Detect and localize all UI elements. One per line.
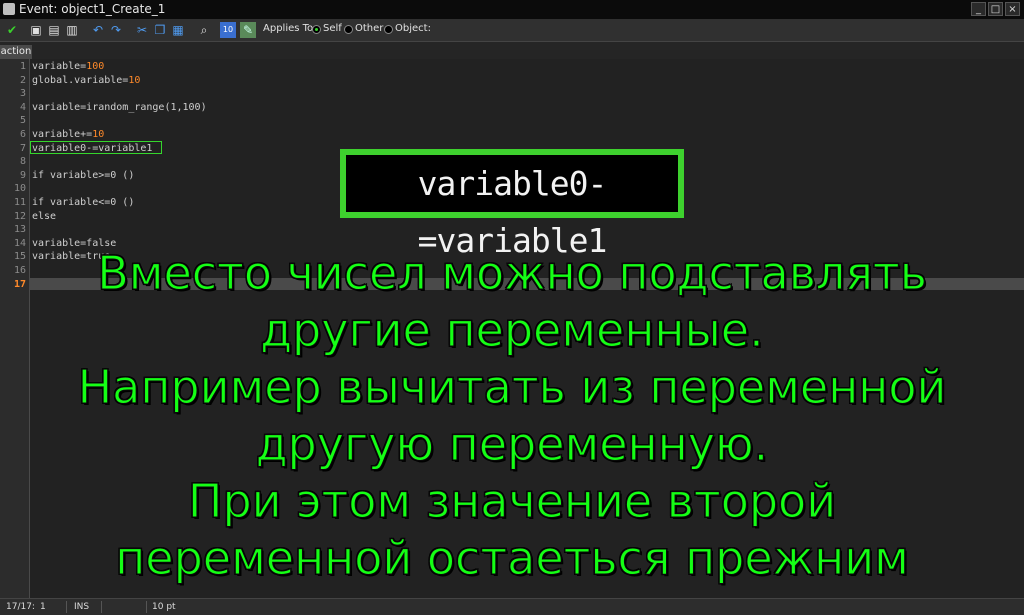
line-number: 4 <box>19 101 26 113</box>
radio-other[interactable] <box>344 25 353 34</box>
radio-object-label: Object: <box>395 23 431 34</box>
code-number: 10 <box>92 129 105 140</box>
code-line: variable=100 <box>32 60 104 73</box>
minimize-button[interactable]: _ <box>971 2 986 16</box>
line-number: 11 <box>13 197 26 208</box>
line-number: 12 <box>13 210 26 222</box>
toolbar: ✔ ▣ ▤ ▥ ↶ ↷ ✂ ❐ ▦ ⌕ 10 ✎ Applies To: Sel… <box>0 19 1024 42</box>
applies-to-label: Applies To: <box>263 23 317 34</box>
code-line: global.variable=10 <box>32 74 140 87</box>
line-number: 9 <box>19 169 26 181</box>
line-number: 10 <box>13 183 26 195</box>
copy-icon[interactable]: ❐ <box>152 22 168 38</box>
edit-icon[interactable]: ✎ <box>240 22 256 38</box>
status-divider <box>101 601 102 613</box>
maximize-button[interactable]: □ <box>988 2 1003 16</box>
line-number: 13 <box>13 224 26 236</box>
code-text: variable+= <box>32 129 93 140</box>
line-number: 1 <box>19 61 26 72</box>
zoomed-code-text: variable0-=variable1 <box>346 155 678 260</box>
code-line: variable+=10 <box>32 128 104 141</box>
check-syntax-icon[interactable]: 10 <box>220 22 236 38</box>
line-number: 6 <box>19 129 26 140</box>
code-line: else <box>32 210 56 223</box>
code-text: global.variable= <box>32 74 129 86</box>
code-number: 10 <box>128 74 141 86</box>
status-insert-mode: INS <box>74 602 90 612</box>
code-line: variable=irandom_range(1,100) <box>32 101 207 114</box>
paste-icon[interactable]: ▦ <box>170 22 186 38</box>
status-bar: 17/17: 1 INS 10 pt <box>0 598 1024 615</box>
ok-check-icon[interactable]: ✔ <box>4 22 20 38</box>
radio-self[interactable] <box>312 25 321 34</box>
code-text: variable0-=variable1 <box>32 142 153 154</box>
caption-line: другие переменные. <box>260 303 764 358</box>
zoomed-code-snippet: variable0-=variable1 <box>340 149 684 260</box>
line-number: 2 <box>19 74 26 86</box>
print-icon[interactable]: ▥ <box>64 22 80 38</box>
line-number: 8 <box>19 156 26 168</box>
caption-line: переменной остаеться прежним <box>115 531 910 586</box>
code-line: if variable>=0 () <box>32 169 134 182</box>
redo-icon[interactable]: ↷ <box>108 22 124 38</box>
code-text: if variable<=0 () <box>32 197 135 208</box>
code-text: else <box>32 210 57 222</box>
caption-line: другую переменную. <box>255 417 769 472</box>
radio-other-label: Other <box>355 23 384 34</box>
status-column: 1 <box>40 602 46 612</box>
undo-icon[interactable]: ↶ <box>90 22 106 38</box>
close-button[interactable]: × <box>1005 2 1020 16</box>
open-icon[interactable]: ▣ <box>28 22 44 38</box>
tab-row: action <box>0 42 1024 59</box>
status-divider <box>66 601 67 613</box>
window-title: Event: object1_Create_1 <box>19 2 166 16</box>
code-text: variable=irandom_range(1,100) <box>32 101 207 113</box>
line-number: 7 <box>19 142 26 154</box>
caption-line: Например вычитать из переменной <box>77 360 947 415</box>
caption-line: При этом значение второй <box>187 474 837 529</box>
radio-self-label: Self <box>323 23 342 34</box>
line-number: 5 <box>19 115 26 127</box>
status-divider <box>146 601 147 613</box>
save-icon[interactable]: ▤ <box>46 22 62 38</box>
code-editor[interactable]: 1 2 3 4 5 6 7 8 9 10 11 12 13 14 15 16 17 variable=100 gl… <box>0 59 1024 598</box>
find-icon[interactable]: ⌕ <box>196 22 212 38</box>
line-number: 3 <box>19 88 26 100</box>
status-font-size: 10 pt <box>152 602 176 612</box>
title-bar: Event: object1_Create_1 _ □ × <box>0 0 1024 19</box>
code-text: variable= <box>32 61 87 72</box>
code-text: if variable>=0 () <box>32 169 135 181</box>
code-number: 100 <box>86 61 105 72</box>
radio-object[interactable] <box>384 25 393 34</box>
overlay-caption: Вместо чисел можно подставлять другие пе… <box>0 245 1024 587</box>
app-icon <box>3 3 15 15</box>
code-line: variable0-=variable1 <box>32 142 152 155</box>
code-line: if variable<=0 () <box>32 196 134 209</box>
cut-icon[interactable]: ✂ <box>134 22 150 38</box>
tab-action[interactable]: action <box>0 45 32 59</box>
caption-line: Вместо чисел можно подставлять <box>97 246 928 301</box>
status-position: 17/17: <box>6 602 35 612</box>
